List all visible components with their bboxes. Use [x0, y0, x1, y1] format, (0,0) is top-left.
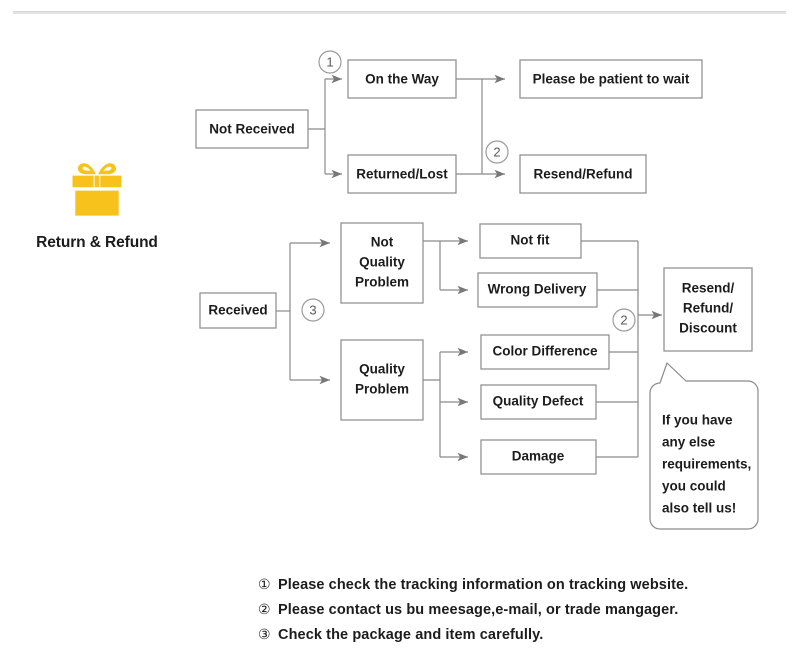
node-not-quality-problem-line-3: Problem: [355, 275, 409, 290]
marker-three-label: 3: [309, 302, 316, 317]
footnote-marker: ①: [258, 576, 271, 592]
marker-one-top-label: 1: [326, 54, 333, 69]
node-quality-problem-line-1: Quality: [359, 362, 405, 377]
callout-line-3: requirements,: [662, 457, 751, 472]
node-quality-problem-line-2: Problem: [355, 382, 409, 397]
footnote-text: Please contact us bu meesage,e-mail, or …: [278, 602, 679, 618]
callout-line-4: you could: [662, 479, 726, 494]
callout-line-5: also tell us!: [662, 501, 736, 516]
footnote-row: ① Please check the tracking information …: [258, 576, 778, 593]
callout-line-2: any else: [662, 435, 716, 450]
node-on-the-way-label: On the Way: [365, 72, 439, 87]
marker-two-top-label: 2: [493, 144, 500, 159]
node-returned-lost-label: Returned/Lost: [356, 167, 448, 182]
node-received-label: Received: [208, 303, 267, 318]
node-quality-problem[interactable]: [340, 339, 424, 421]
node-resend-refund-discount-line-2: Refund/: [683, 301, 733, 316]
callout-line-1: If you have: [662, 413, 733, 428]
flowchart: Not Received 1 On the Way Returned/Lost …: [195, 50, 759, 530]
footnote-row: ③ Check the package and item carefully.: [258, 626, 778, 643]
footnotes: ① Please check the tracking information …: [258, 576, 778, 651]
node-quality-defect-label: Quality Defect: [493, 394, 584, 409]
node-not-quality-problem-line-2: Quality: [359, 255, 405, 270]
node-not-quality-problem-line-1: Not: [371, 235, 394, 250]
footnote-marker: ②: [258, 601, 271, 617]
footnote-text: Check the package and item carefully.: [278, 627, 544, 643]
footnote-row: ② Please contact us bu meesage,e-mail, o…: [258, 601, 778, 618]
node-resend-refund-discount-line-1: Resend/: [682, 281, 735, 296]
page-root: Return & Refund Not Received 1 On the Wa…: [0, 0, 800, 660]
marker-two-right-label: 2: [620, 312, 627, 327]
footnote-text: Please check the tracking information on…: [278, 577, 689, 593]
node-not-received-label: Not Received: [209, 122, 295, 137]
node-damage-label: Damage: [512, 449, 565, 464]
node-resend-refund-label: Resend/Refund: [533, 167, 632, 182]
footnote-marker: ③: [258, 626, 271, 642]
node-not-fit-label: Not fit: [511, 233, 550, 248]
node-resend-refund-discount-line-3: Discount: [679, 321, 737, 336]
node-color-difference-label: Color Difference: [492, 344, 598, 359]
node-wrong-delivery-label: Wrong Delivery: [488, 282, 587, 297]
node-please-wait-label: Please be patient to wait: [533, 72, 690, 87]
